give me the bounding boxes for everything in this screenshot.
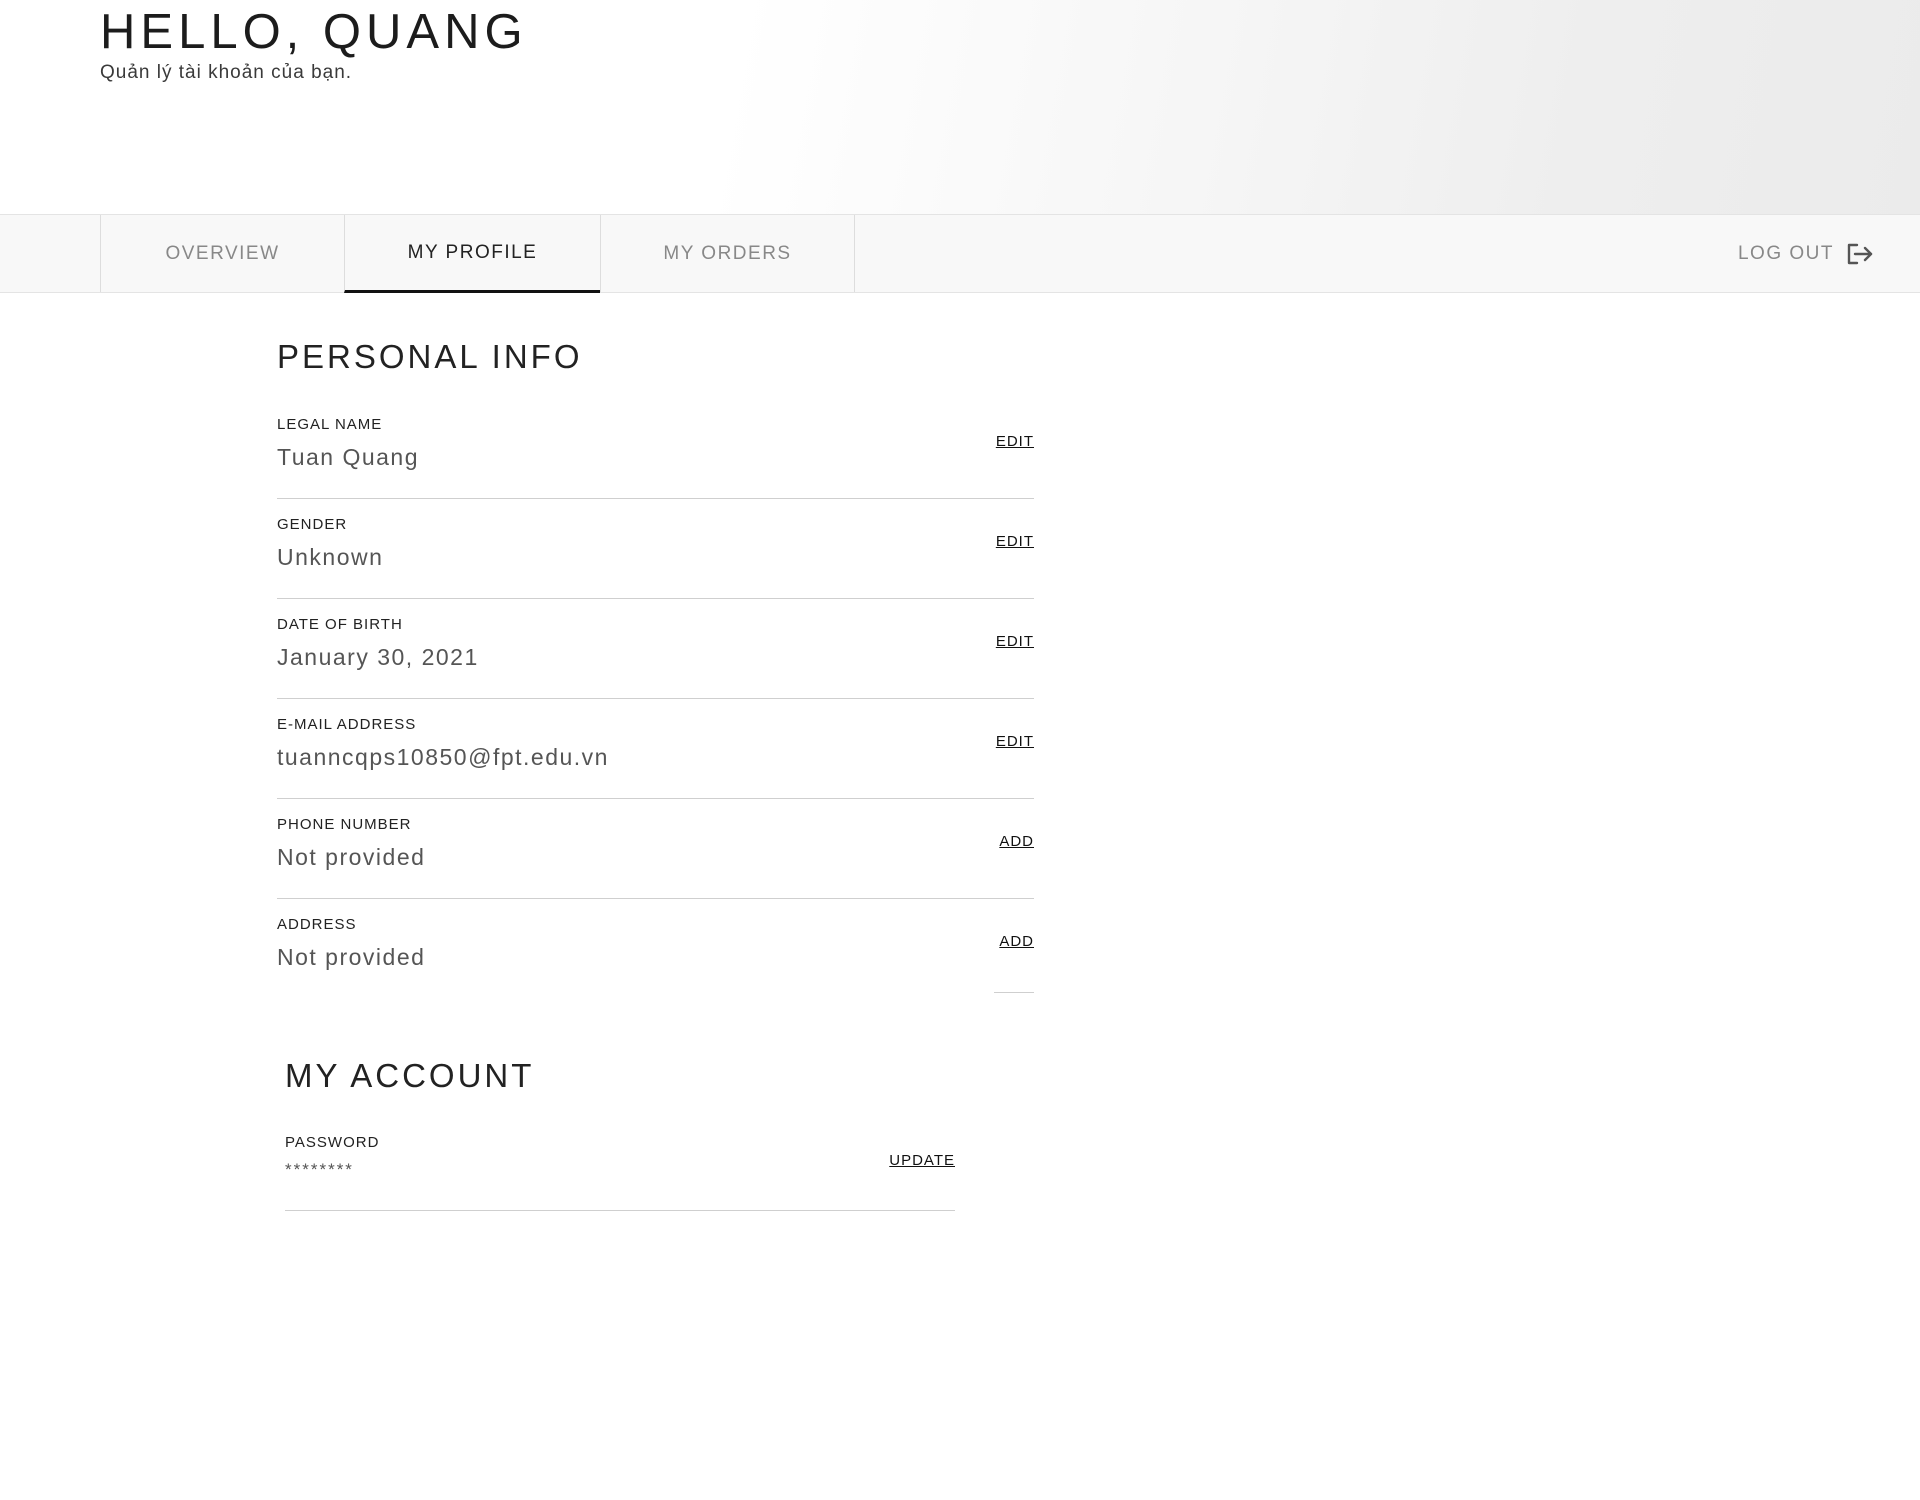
date-of-birth-value: January 30, 2021 bbox=[277, 644, 479, 670]
gender-label: GENDER bbox=[277, 516, 348, 533]
phone-number-label: PHONE NUMBER bbox=[277, 816, 412, 833]
legal-name-label: LEGAL NAME bbox=[277, 416, 383, 433]
edit-legal-name-link[interactable]: EDIT bbox=[996, 433, 1034, 450]
date-of-birth-row: DATE OF BIRTH January 30, 2021 EDIT bbox=[277, 599, 1034, 699]
edit-gender-link[interactable]: EDIT bbox=[996, 533, 1034, 550]
edit-date-of-birth-link[interactable]: EDIT bbox=[996, 633, 1034, 650]
gender-value: Unknown bbox=[277, 544, 384, 570]
account-nav: OVERVIEW MY PROFILE MY ORDERS LOG OUT bbox=[0, 214, 1920, 293]
tab-my-profile[interactable]: MY PROFILE bbox=[344, 215, 600, 293]
legal-name-value: Tuan Quang bbox=[277, 444, 420, 470]
page-header: HELLO, QUANG Quản lý tài khoản của bạn. bbox=[0, 0, 1920, 214]
password-value: ******** bbox=[285, 1160, 354, 1179]
phone-number-row: PHONE NUMBER Not provided ADD bbox=[277, 799, 1034, 899]
tab-my-orders[interactable]: MY ORDERS bbox=[600, 215, 855, 292]
tab-overview-label: OVERVIEW bbox=[165, 242, 280, 264]
tab-my-profile-label: MY PROFILE bbox=[407, 241, 538, 263]
logout-icon bbox=[1847, 243, 1873, 264]
divider bbox=[994, 992, 1034, 993]
logout-label: LOG OUT bbox=[1737, 242, 1834, 264]
legal-name-row: LEGAL NAME Tuan Quang EDIT bbox=[277, 399, 1034, 499]
password-row: PASSWORD ******** UPDATE bbox=[285, 1120, 955, 1211]
address-row: ADDRESS Not provided ADD bbox=[277, 899, 1034, 998]
email-value: tuanncqps10850@fpt.edu.vn bbox=[277, 744, 609, 770]
greeting-title: HELLO, QUANG bbox=[100, 5, 528, 59]
date-of-birth-label: DATE OF BIRTH bbox=[277, 616, 403, 633]
add-address-link[interactable]: ADD bbox=[999, 933, 1034, 950]
email-row: E-MAIL ADDRESS tuanncqps10850@fpt.edu.vn… bbox=[277, 699, 1034, 799]
edit-email-link[interactable]: EDIT bbox=[996, 733, 1034, 750]
update-password-link[interactable]: UPDATE bbox=[889, 1152, 955, 1169]
address-value: Not provided bbox=[277, 944, 426, 970]
personal-info-list: LEGAL NAME Tuan Quang EDIT GENDER Unknow… bbox=[277, 399, 1034, 998]
my-account-title: MY ACCOUNT bbox=[285, 1057, 535, 1094]
phone-number-value: Not provided bbox=[277, 844, 426, 870]
add-phone-number-link[interactable]: ADD bbox=[999, 833, 1034, 850]
gender-row: GENDER Unknown EDIT bbox=[277, 499, 1034, 599]
personal-info-title: PERSONAL INFO bbox=[277, 338, 583, 375]
logout-button[interactable]: LOG OUT bbox=[1738, 215, 1874, 292]
greeting-subtitle: Quản lý tài khoản của bạn. bbox=[100, 62, 353, 83]
tab-my-orders-label: MY ORDERS bbox=[663, 242, 792, 264]
email-label: E-MAIL ADDRESS bbox=[277, 716, 417, 733]
address-label: ADDRESS bbox=[277, 916, 357, 933]
tab-overview[interactable]: OVERVIEW bbox=[100, 215, 344, 292]
password-label: PASSWORD bbox=[285, 1134, 380, 1151]
